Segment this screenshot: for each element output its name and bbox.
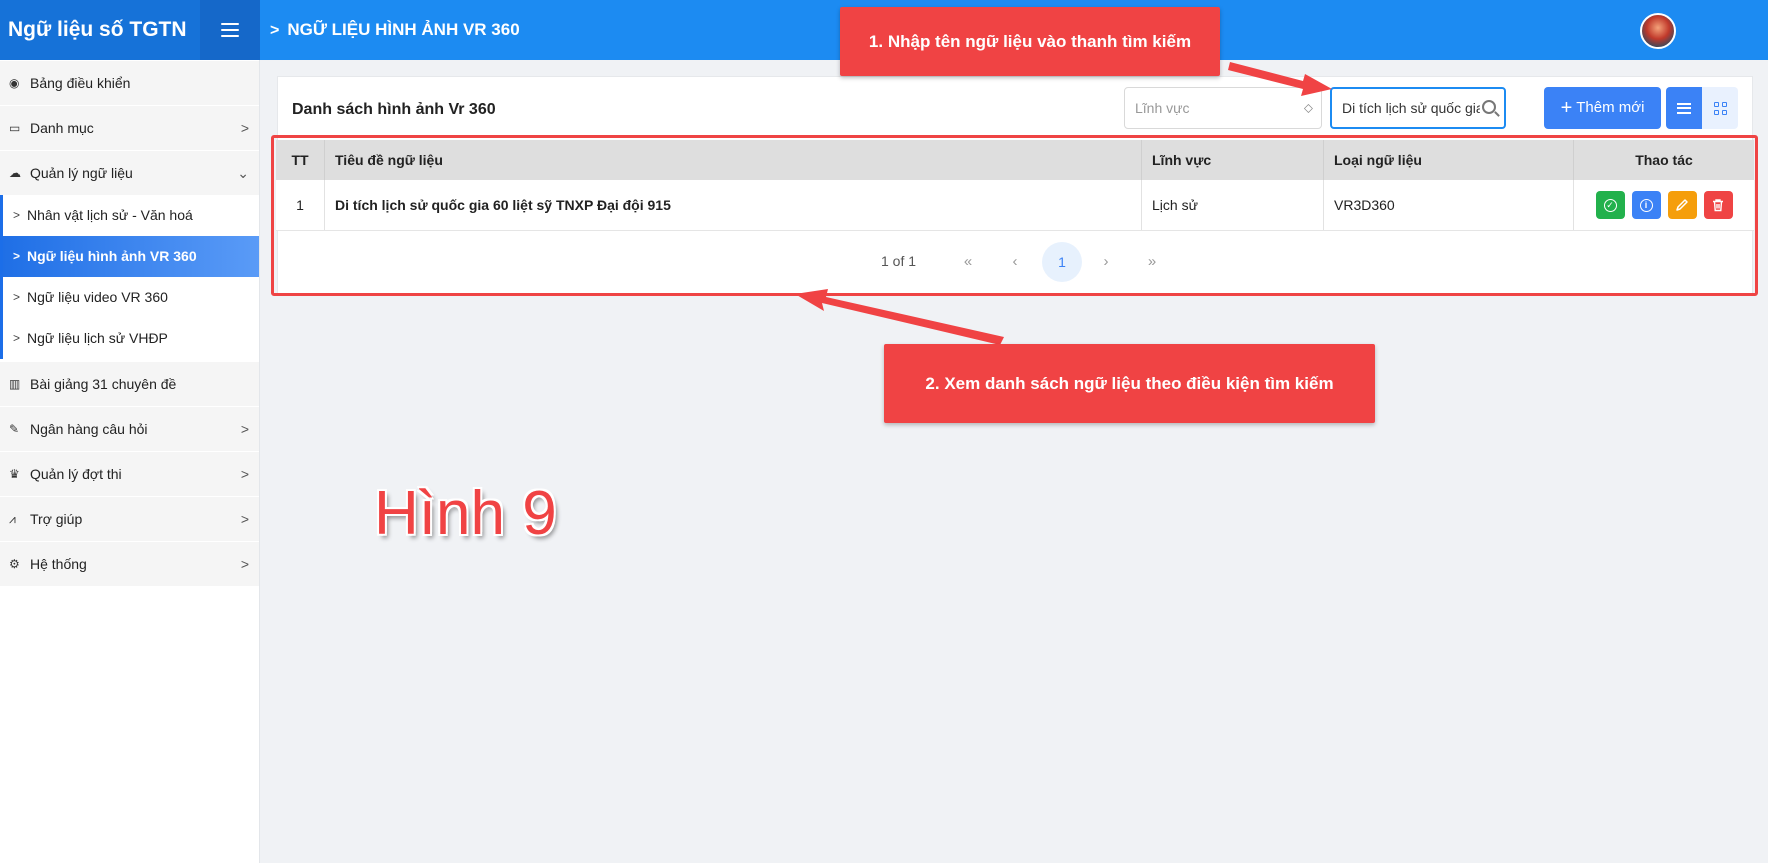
book-icon: ▥ (9, 377, 21, 391)
sidebar-item-label: Bảng điều khiển (30, 75, 131, 91)
approve-button[interactable]: ✓ (1595, 191, 1625, 219)
add-new-label: Thêm mới (1576, 99, 1645, 116)
list-view-button[interactable] (1666, 87, 1702, 129)
page-title: > NGỮ LIỆU HÌNH ẢNH VR 360 (270, 0, 520, 60)
sidebar-item-system[interactable]: ⚙ Hệ thống > (0, 542, 259, 586)
sidebar-item-label: Bài giảng 31 chuyên đề (30, 376, 177, 392)
table-row[interactable]: 1 Di tích lịch sử quốc gia 60 liệt sỹ TN… (276, 180, 1754, 231)
sidebar-item-content-management[interactable]: ☁ Quản lý ngữ liệu ⌄ (0, 151, 259, 195)
sidebar-item-label: Quản lý đợt thi (30, 466, 122, 482)
plus-icon: + (1560, 97, 1573, 119)
chevron-right-icon: > (240, 421, 249, 437)
pagination: 1 of 1 « ‹ 1 › » (276, 242, 1754, 282)
search-icon[interactable] (1482, 100, 1496, 114)
figure-label: Hình 9 (374, 479, 557, 548)
sidebar-subitem-vr360-videos[interactable]: > Ngữ liệu video VR 360 (0, 277, 259, 318)
grid-view-button[interactable] (1702, 87, 1738, 129)
pencil-icon (1676, 199, 1688, 211)
chevron-right-icon: > (240, 466, 249, 482)
header-type: Loại ngữ liệu (1324, 140, 1574, 180)
add-new-button[interactable]: + Thêm mới (1544, 87, 1661, 129)
chevron-right-icon: > (240, 511, 249, 527)
annotation-callout-search: 1. Nhập tên ngữ liệu vào thanh tìm kiếm (840, 7, 1220, 76)
sidebar-item-label: Danh mục (30, 120, 94, 136)
grid-icon (1713, 101, 1727, 115)
folder-open-icon: ▭ (9, 121, 21, 135)
list-title: Danh sách hình ảnh Vr 360 (292, 101, 496, 118)
chevron-right-icon: > (13, 249, 21, 263)
cogs-icon: ⚙ (9, 557, 20, 571)
sidebar-subitem-label: Ngữ liệu hình ảnh VR 360 (27, 248, 197, 264)
sidebar-item-exam-rounds[interactable]: ♛ Quản lý đợt thi > (0, 452, 259, 496)
page-info: 1 of 1 (881, 253, 917, 269)
sidebar-item-label: Trợ giúp (30, 511, 83, 527)
sidebar-item-label: Quản lý ngữ liệu (30, 165, 133, 181)
arrow-to-table (795, 289, 1004, 345)
check-circle-icon: ✓ (1603, 198, 1617, 212)
info-button[interactable]: i (1631, 191, 1661, 219)
chevron-right-icon: > (13, 290, 21, 304)
user-avatar[interactable] (1640, 13, 1676, 49)
annotation-callout-results: 2. Xem danh sách ngữ liệu theo điều kiện… (884, 344, 1375, 423)
cell-type: VR3D360 (1324, 180, 1574, 230)
menu-toggle-button[interactable] (200, 0, 260, 60)
line-chart-icon: ⩘ (9, 512, 16, 526)
sidebar-item-help[interactable]: ⩘ Trợ giúp > (0, 497, 259, 541)
dashboard-icon: ◉ (9, 76, 20, 90)
sidebar-subitem-local-history[interactable]: > Ngữ liệu lịch sử VHĐP (0, 318, 259, 359)
sidebar: ◉ Bảng điều khiển ▭ Danh mục > ☁ Quản lý… (0, 60, 260, 863)
app-brand[interactable]: Ngữ liệu số TGTN (0, 0, 200, 60)
page-title-text: NGỮ LIỆU HÌNH ẢNH VR 360 (287, 20, 520, 39)
sidebar-item-label: Ngân hàng câu hỏi (30, 421, 148, 437)
sidebar-item-question-bank[interactable]: ✎ Ngân hàng câu hỏi > (0, 407, 259, 451)
field-select[interactable]: Lĩnh vực ⬦ (1124, 87, 1322, 129)
header-tt: TT (276, 140, 325, 180)
current-page-button[interactable]: 1 (1042, 242, 1082, 282)
sidebar-item-label: Hệ thống (30, 556, 87, 572)
header-actions: Thao tác (1635, 152, 1693, 168)
trophy-icon: ♛ (9, 467, 20, 481)
cloud-icon: ☁ (9, 166, 21, 180)
next-page-button[interactable]: › (1086, 242, 1126, 282)
chevron-right-icon: > (13, 331, 21, 345)
prev-page-button[interactable]: ‹ (995, 242, 1035, 282)
sidebar-subitem-vr360-images[interactable]: > Ngữ liệu hình ảnh VR 360 (0, 236, 259, 277)
sidebar-subitem-label: Ngữ liệu video VR 360 (27, 289, 168, 305)
search-box[interactable] (1330, 87, 1506, 129)
header-field: Lĩnh vực (1142, 140, 1324, 180)
trash-icon (1713, 199, 1723, 212)
cell-title: Di tích lịch sử quốc gia 60 liệt sỹ TNXP… (325, 180, 1142, 230)
sidebar-subitem-historical-figures[interactable]: > Nhân vật lịch sử - Văn hoá (0, 195, 259, 236)
header-title: Tiêu đề ngữ liệu (325, 140, 1142, 180)
chevron-right-icon: > (270, 22, 280, 39)
cell-actions: ✓ i (1574, 180, 1754, 230)
cell-field: Lịch sử (1142, 180, 1324, 230)
last-page-button[interactable]: » (1132, 242, 1172, 282)
chevron-down-icon: ⬦ (1303, 100, 1313, 115)
chevron-right-icon: > (240, 556, 249, 572)
hamburger-icon (221, 23, 239, 37)
sidebar-subitem-label: Ngữ liệu lịch sử VHĐP (27, 330, 168, 346)
search-input[interactable] (1332, 89, 1480, 127)
chevron-right-icon: > (13, 208, 21, 222)
table-header: TT Tiêu đề ngữ liệu Lĩnh vực Loại ngữ li… (276, 140, 1754, 180)
sidebar-item-lectures[interactable]: ▥ Bài giảng 31 chuyên đề (0, 362, 259, 406)
field-select-placeholder: Lĩnh vực (1135, 100, 1190, 116)
chevron-down-icon: ⌄ (237, 165, 249, 181)
sidebar-item-categories[interactable]: ▭ Danh mục > (0, 106, 259, 150)
delete-button[interactable] (1703, 191, 1733, 219)
chevron-right-icon: > (240, 120, 249, 136)
edit-button[interactable] (1667, 191, 1697, 219)
list-icon (1677, 102, 1691, 114)
info-icon: i (1639, 198, 1653, 212)
edit-icon: ✎ (9, 422, 20, 436)
sidebar-subitem-label: Nhân vật lịch sử - Văn hoá (27, 207, 193, 223)
cell-tt: 1 (276, 180, 325, 230)
sidebar-item-dashboard[interactable]: ◉ Bảng điều khiển (0, 61, 259, 105)
first-page-button[interactable]: « (948, 242, 988, 282)
